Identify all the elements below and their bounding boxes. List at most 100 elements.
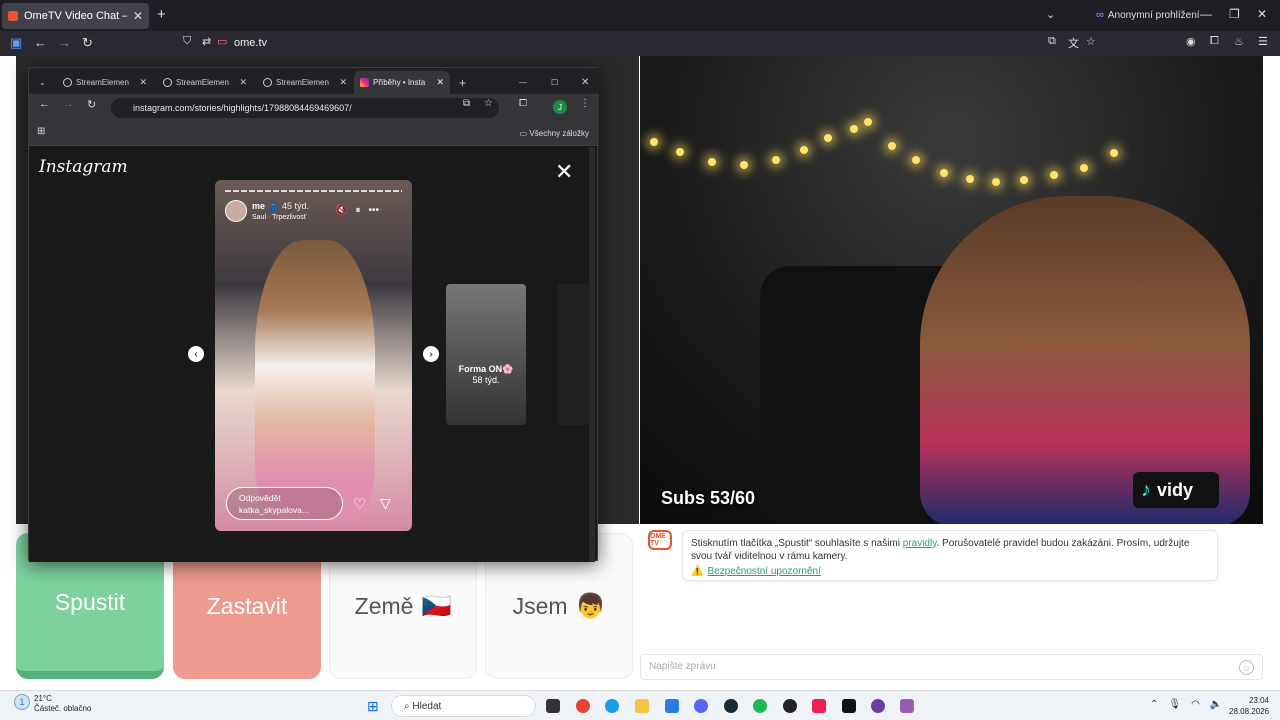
rules-link[interactable]: pravidly	[903, 538, 937, 549]
czech-flag-icon: 🇨🇿	[421, 592, 452, 620]
back-button[interactable]: ←	[39, 98, 50, 110]
forward-button[interactable]: →	[58, 35, 71, 50]
safety-warning-link[interactable]: Bezpečnostní upozornění	[707, 565, 820, 578]
list-tabs-chevron-icon[interactable]: ⌄	[1046, 8, 1055, 21]
story-age: 45 týd.	[282, 201, 310, 211]
minimize-button[interactable]: —	[513, 71, 533, 94]
pause-icon[interactable]: ⏸	[355, 205, 360, 216]
chrome-icon[interactable]	[576, 699, 590, 713]
obs-icon[interactable]	[783, 699, 797, 713]
chrome-tab-label: StreamElemen	[276, 78, 329, 87]
instagram-logo[interactable]: Instagram	[39, 157, 128, 177]
extensions-icon[interactable]: ⧠	[519, 98, 527, 109]
translate-icon[interactable]: 文	[1068, 35, 1079, 51]
emoji-icon[interactable]: ☺	[1239, 660, 1254, 675]
shield-icon[interactable]: ⛉	[183, 35, 191, 48]
heart-icon[interactable]: ♡	[353, 495, 366, 513]
previous-story-button[interactable]: ‹	[188, 346, 204, 362]
microphone-icon[interactable]: 🎙	[1168, 699, 1181, 710]
notepad-icon[interactable]	[665, 699, 679, 713]
extensions-icon[interactable]: ⧠	[1210, 35, 1219, 48]
close-tab-icon[interactable]: ✕	[139, 77, 147, 88]
chrome-tab-2[interactable]: StreamElemen ✕	[157, 71, 253, 94]
taskbar-search[interactable]: ⌕ Hledat	[391, 695, 536, 717]
instagram-stories-viewer: Instagram ✕ me 👗 45 týd. Saul · Trpezliv…	[29, 147, 595, 562]
steam-icon[interactable]	[724, 699, 738, 713]
apps-grid-icon[interactable]: ⊞	[37, 126, 45, 137]
permissions-icon[interactable]: ⇄	[202, 35, 211, 48]
story-avatar[interactable]	[225, 200, 247, 222]
private-browsing-indicator: ∞ Anonymní prohlížení	[1096, 9, 1200, 21]
chrome-tab-3[interactable]: StreamElemen ✕	[257, 71, 353, 94]
reply-input[interactable]: Odpovědět katka_skypalova...	[226, 487, 343, 520]
instagram-icon	[360, 78, 369, 87]
close-tab-icon[interactable]: ✕	[436, 77, 444, 88]
streamelements-icon	[163, 78, 172, 87]
url-bar[interactable]: ome.tv	[234, 37, 267, 49]
all-bookmarks-button[interactable]: ▭ Všechny záložky	[520, 129, 589, 138]
close-tab-icon[interactable]: ✕	[133, 9, 143, 23]
task-view-icon[interactable]	[546, 699, 560, 713]
private-label: Anonymní prohlížení	[1107, 9, 1200, 21]
mute-icon[interactable]: 🔇	[335, 205, 347, 216]
windows-start-icon[interactable]: ⊞	[367, 698, 379, 715]
next-story-preview[interactable]: Forma ON🌸 58 týd.	[446, 284, 526, 425]
tab-title: OmeTV Video Chat — Omegle	[24, 10, 127, 22]
profile-avatar[interactable]: J	[553, 100, 567, 114]
volume-icon[interactable]: 🔈	[1210, 699, 1222, 710]
maximize-button[interactable]: ☐	[545, 71, 564, 94]
tab-ometv[interactable]: OmeTV Video Chat — Omegle ✕	[2, 3, 149, 29]
picture-in-picture-icon[interactable]: ⧉	[1048, 35, 1056, 48]
new-tab-button[interactable]: +	[157, 6, 166, 23]
sidebar-toggle-icon[interactable]: ▣	[10, 35, 22, 51]
reload-button[interactable]: ↻	[82, 35, 93, 51]
wifi-icon[interactable]: ◠	[1191, 699, 1200, 710]
story-music[interactable]: Saul · Trpezlivosť	[252, 214, 306, 221]
tray-chevron-icon[interactable]: ⌃	[1150, 699, 1158, 710]
file-explorer-icon[interactable]	[635, 699, 649, 713]
maximize-button[interactable]: ❐	[1229, 7, 1240, 21]
tiktok-app-icon[interactable]	[812, 699, 826, 713]
reload-button[interactable]: ↻	[87, 98, 96, 111]
next-story-title: Forma ON🌸	[458, 364, 514, 374]
story-photo	[255, 240, 375, 520]
close-stories-icon[interactable]: ✕	[555, 159, 573, 185]
chrome-tab-instagram[interactable]: Příběhy • Insta ✕	[354, 71, 450, 94]
back-button[interactable]: ←	[34, 35, 47, 50]
story-username[interactable]: me 👗	[252, 201, 279, 212]
install-app-icon[interactable]: ⧉	[463, 98, 470, 109]
bookmark-star-icon[interactable]: ☆	[484, 98, 493, 109]
close-window-button[interactable]: ✕	[1257, 7, 1267, 21]
forward-button[interactable]: →	[63, 98, 74, 110]
close-tab-icon[interactable]: ✕	[239, 77, 247, 88]
edge-icon[interactable]	[605, 699, 619, 713]
chrome-tab-1[interactable]: StreamElemen ✕	[57, 71, 153, 94]
app-icon[interactable]	[871, 699, 885, 713]
new-tab-button[interactable]: +	[453, 71, 472, 94]
camera-icon[interactable]: ▭	[217, 35, 227, 48]
current-story[interactable]: me 👗 45 týd. Saul · Trpezlivosť 🔇 ⏸ ••• …	[215, 180, 412, 531]
capcut-icon[interactable]	[842, 699, 856, 713]
weather-widget[interactable]: 1 21°C Částeč. oblačno	[14, 694, 91, 714]
menu-icon[interactable]: ☰	[1258, 35, 1268, 48]
spotify-icon[interactable]	[753, 699, 767, 713]
share-icon[interactable]: ▽	[380, 495, 391, 512]
tab-search-chevron-icon[interactable]: ⌄	[33, 71, 51, 94]
close-tab-icon[interactable]: ✕	[339, 77, 347, 88]
firefox-menu-icon[interactable]: ♨	[1234, 35, 1244, 48]
minimize-button[interactable]: —	[1200, 7, 1212, 21]
clock[interactable]: 23:04 28.08.2026	[1229, 695, 1269, 717]
discord-icon[interactable]	[694, 699, 708, 713]
next-story-button[interactable]: ›	[423, 346, 439, 362]
following-story-preview[interactable]	[558, 284, 590, 425]
close-window-button[interactable]: ✕	[575, 71, 595, 94]
bookmark-star-icon[interactable]: ☆	[1086, 35, 1096, 48]
account-icon[interactable]: ◉	[1186, 35, 1196, 48]
chrome-menu-icon[interactable]: ⋮	[580, 98, 590, 109]
more-options-icon[interactable]: •••	[368, 205, 379, 216]
chat-message-input[interactable]: Napište zprávu	[640, 654, 1263, 680]
firefox-private-icon[interactable]	[900, 699, 914, 713]
chrome-url-bar[interactable]: instagram.com/stories/highlights/1798808…	[111, 98, 499, 118]
stranger-video: Subs 53/60 ♪ vidy	[640, 56, 1263, 524]
chrome-toolbar: ← → ↻ instagram.com/stories/highlights/1…	[29, 94, 599, 122]
